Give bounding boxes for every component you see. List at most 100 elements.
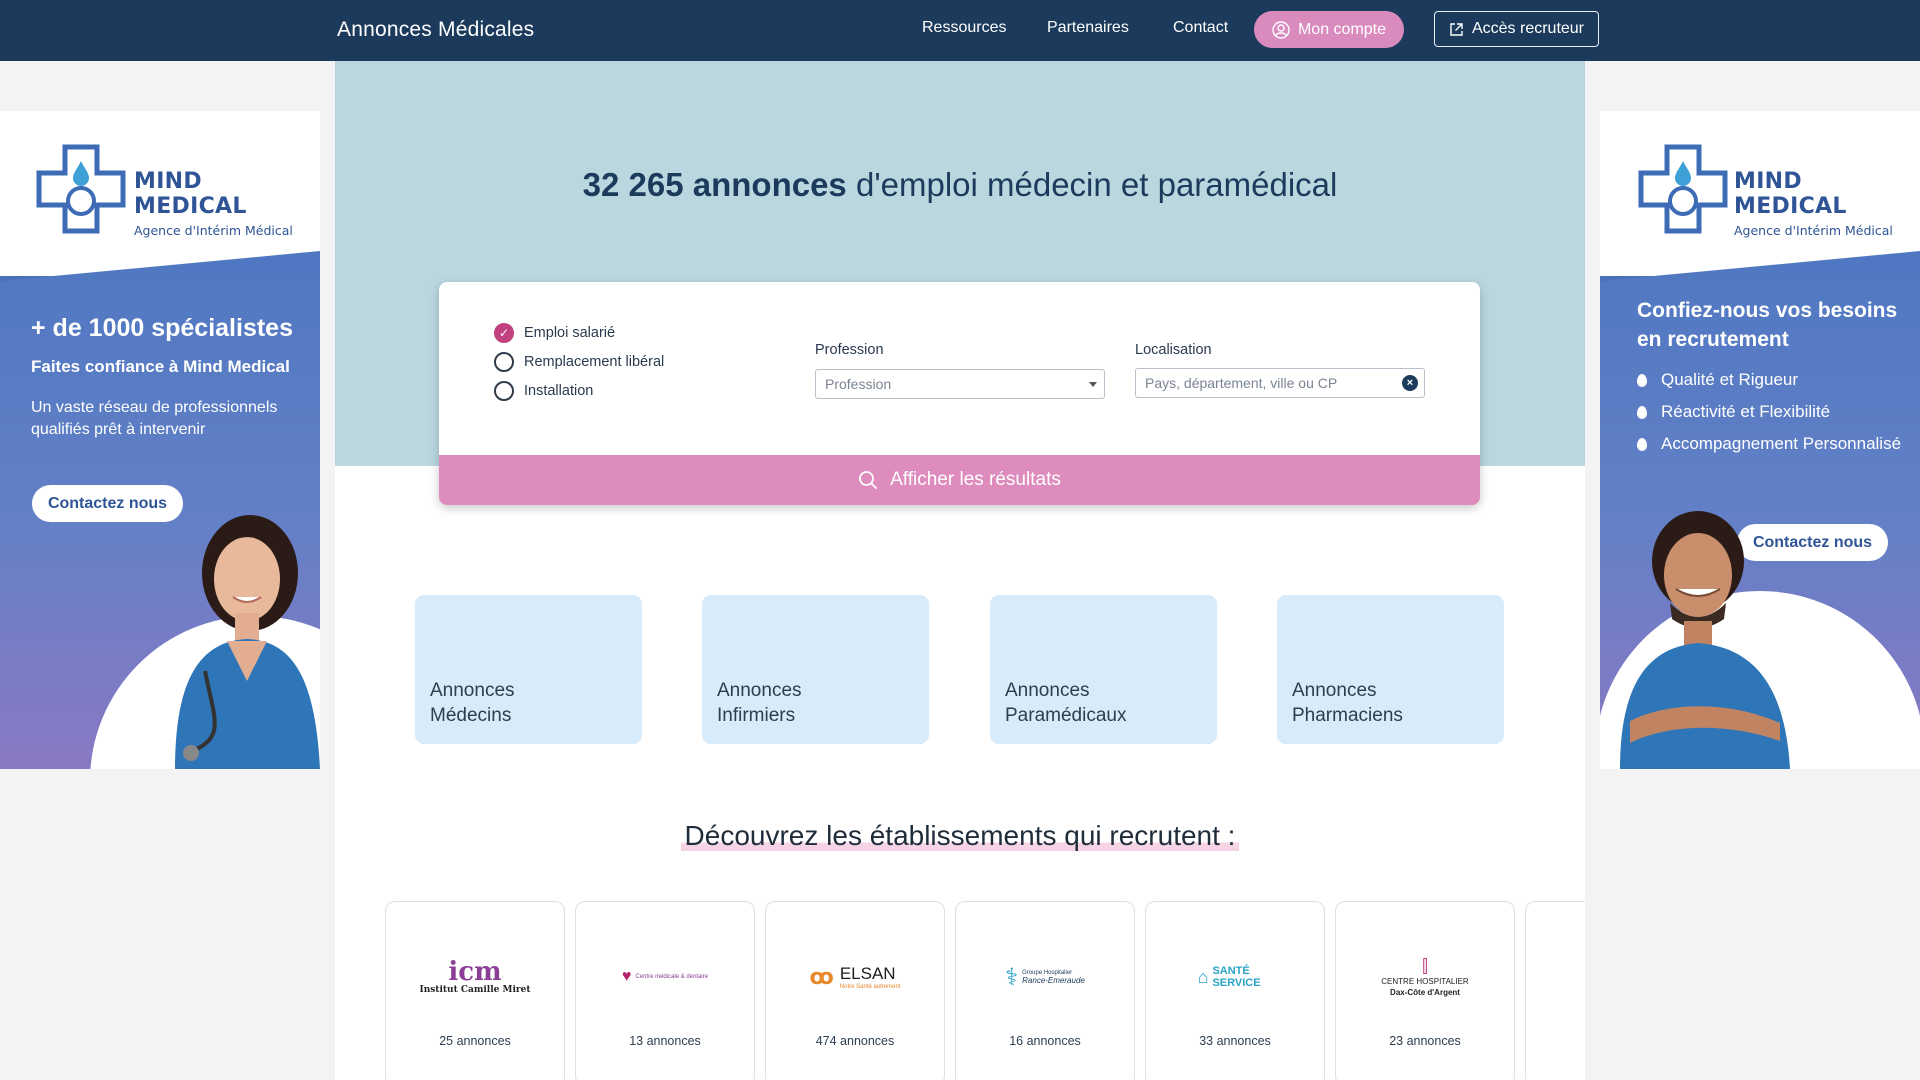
nurse-illustration: [175, 515, 320, 769]
location-label: Localisation: [1135, 342, 1212, 358]
account-button-label: Mon compte: [1297, 20, 1387, 38]
logo-subtext: Institut Camille Miret: [419, 985, 531, 995]
type-option-installation[interactable]: Installation: [494, 381, 593, 401]
profession-select-value: Profession: [825, 376, 892, 392]
search-form: Emploi salarié Remplacement libéral Inst…: [439, 282, 1480, 505]
ad-logo: MIND MEDICAL Agence d'Intérim Médical: [134, 169, 320, 238]
establishment-logo: ⚕ Groupe Hospitalier Rance-Emeraude: [956, 942, 1134, 1012]
job-count: 474 annonces: [815, 1034, 895, 1048]
establishment-card[interactable]: ⚕ Groupe Hospitalier Rance-Emeraude 16 a…: [955, 901, 1135, 1080]
logo-text: icm: [448, 957, 502, 987]
logo-subtext: Notre Santé autrement: [839, 984, 901, 990]
ad-bullet-text: Qualité et Rigueur: [1661, 370, 1799, 389]
drop-icon: [1637, 374, 1647, 387]
ad-headline: + de 1000 spécialistes: [31, 314, 293, 342]
nav-link-partners[interactable]: Partenaires: [1047, 19, 1129, 37]
radio-unchecked[interactable]: [494, 381, 514, 401]
establishment-card[interactable]: ꝏ ELSAN Notre Santé autrement 474 annonc…: [765, 901, 945, 1080]
left-ad-banner[interactable]: MIND MEDICAL Agence d'Intérim Médical + …: [0, 111, 320, 769]
listing-count: 32 265 annonces: [582, 166, 847, 203]
category-card-paramedical[interactable]: Annonces Paramédicaux: [990, 595, 1217, 744]
ad-text: Un vaste réseau de professionnels qualif…: [31, 399, 278, 438]
logo-text: ELSAN: [839, 964, 896, 983]
category-label: Annonces Médecins: [430, 680, 515, 726]
profession-label: Profession: [815, 342, 884, 358]
category-card-pharmacists[interactable]: Annonces Pharmaciens: [1277, 595, 1504, 744]
type-option-label: Emploi salarié: [524, 325, 616, 341]
category-label: Annonces Infirmiers: [717, 680, 802, 726]
nav-link-contact[interactable]: Contact: [1173, 19, 1228, 37]
main-content: 32 265 annonces d'emploi médecin et para…: [335, 61, 1585, 1080]
establishments-title-text: Découvrez les établissements qui recrute…: [680, 820, 1240, 851]
ad-logo-subtitle: Agence d'Intérim Médical: [1734, 223, 1893, 238]
figure-icon: ⚕: [1005, 963, 1019, 991]
logo-text: Rance-Emeraude: [1022, 975, 1085, 985]
top-navbar: Annonces Médicales Ressources Partenaire…: [0, 0, 1920, 61]
ad-bullet-text: Réactivité et Flexibilité: [1661, 402, 1831, 421]
category-card-nurses[interactable]: Annonces Infirmiers: [702, 595, 929, 744]
elsan-mark-icon: ꝏ: [809, 964, 834, 989]
establishment-logo: ⌂ SANTÉ SERVICE: [1146, 942, 1324, 1012]
job-count: 13 annonces: [629, 1034, 701, 1048]
type-option-label: Installation: [524, 383, 594, 399]
establishment-card[interactable]: icm Institut Camille Miret 25 annonces: [385, 901, 565, 1080]
category-label: Annonces Pharmaciens: [1292, 680, 1403, 726]
type-option-replacement[interactable]: Remplacement libéral: [494, 352, 664, 372]
ad-logo-title: MIND MEDICAL: [134, 169, 247, 219]
logo-subtext: Centre médicale & dentaire: [635, 974, 709, 980]
nav-link-resources[interactable]: Ressources: [922, 19, 1006, 37]
job-count: 25 annonces: [439, 1034, 511, 1048]
category-card-doctors[interactable]: Annonces Médecins: [415, 595, 642, 744]
ad-logo: MIND MEDICAL Agence d'Intérim Médical: [1734, 169, 1920, 238]
ad-contact-button[interactable]: Contactez nous: [32, 485, 183, 522]
type-option-label: Remplacement libéral: [524, 354, 665, 370]
type-option-employment[interactable]: Emploi salarié: [494, 323, 615, 343]
establishment-card[interactable]: ⌂ SANTÉ SERVICE 33 annonces: [1145, 901, 1325, 1080]
logo-subtext: Dax-Côte d'Argent: [1390, 988, 1460, 997]
logo-text: CENTRE HOSPITALIER: [1381, 977, 1469, 986]
establishment-card[interactable]: ♥ Centre médicale & dentaire 13 annonces: [575, 901, 755, 1080]
ad-bullet-list: Qualité et Rigueur Réactivité et Flexibi…: [1637, 369, 1907, 455]
logo-block: ELSAN Notre Santé autrement: [840, 964, 901, 990]
establishment-card[interactable]: ⫿ CENTRE HOSPITALIER Dax-Côte d'Argent 2…: [1335, 901, 1515, 1080]
mind-medical-cross-icon: [36, 144, 126, 234]
radio-unchecked[interactable]: [494, 352, 514, 372]
establishments-title: Découvrez les établissements qui recrute…: [335, 820, 1585, 852]
job-count: 23 annonces: [1389, 1034, 1461, 1048]
ad-bullet: Qualité et Rigueur: [1637, 369, 1907, 391]
page-title-rest: d'emploi médecin et paramédical: [846, 166, 1338, 203]
recruiter-button-label: Accès recruteur: [1471, 20, 1585, 37]
ad-headline: Confiez-nous vos besoins en recrutement: [1637, 299, 1898, 351]
ad-bullet-text: Accompagnement Personnalisé: [1661, 434, 1902, 453]
mind-medical-cross-icon: [1638, 144, 1728, 234]
search-icon: [859, 471, 878, 489]
account-button[interactable]: Mon compte: [1254, 11, 1404, 48]
site-logo[interactable]: Annonces Médicales: [337, 18, 534, 42]
job-count: 33 annonces: [1199, 1034, 1271, 1048]
location-input[interactable]: [1135, 368, 1425, 398]
house-icon: ⌂: [1197, 966, 1209, 987]
establishment-logo: ♥ Centre médicale & dentaire: [576, 942, 754, 1012]
job-count: 16 annonces: [1009, 1034, 1081, 1048]
establishment-logo: ⫿ CENTRE HOSPITALIER Dax-Côte d'Argent: [1336, 942, 1514, 1012]
search-submit-label: Afficher les résultats: [890, 469, 1061, 490]
ad-bullet: Accompagnement Personnalisé: [1637, 433, 1907, 455]
logo-text: SANTÉ SERVICE: [1212, 965, 1261, 989]
ad-subheadline: Faites confiance à Mind Medical: [31, 357, 290, 376]
profession-select[interactable]: Profession: [815, 369, 1105, 399]
drop-icon: [1637, 406, 1647, 419]
clear-location-icon[interactable]: ×: [1402, 375, 1418, 391]
doctor-illustration: [1620, 511, 1790, 769]
establishment-logo: icm Institut Camille Miret: [386, 942, 564, 1012]
radio-checked[interactable]: [494, 323, 514, 343]
right-ad-banner[interactable]: MIND MEDICAL Agence d'Intérim Médical Co…: [1600, 111, 1920, 769]
logo-block: Groupe Hospitalier Rance-Emeraude: [1022, 970, 1085, 985]
ad-bullet: Réactivité et Flexibilité: [1637, 401, 1907, 423]
establishment-logo: ꝏ ELSAN Notre Santé autrement: [766, 942, 944, 1012]
ad-logo-title: MIND MEDICAL: [1734, 169, 1847, 219]
establishment-card-partial[interactable]: [1525, 901, 1585, 1080]
recruiter-access-button[interactable]: Accès recruteur: [1434, 11, 1599, 47]
hospital-mark-icon: ⫿: [1422, 956, 1428, 976]
search-submit-button[interactable]: Afficher les résultats: [439, 455, 1480, 505]
category-label: Annonces Paramédicaux: [1005, 680, 1127, 726]
